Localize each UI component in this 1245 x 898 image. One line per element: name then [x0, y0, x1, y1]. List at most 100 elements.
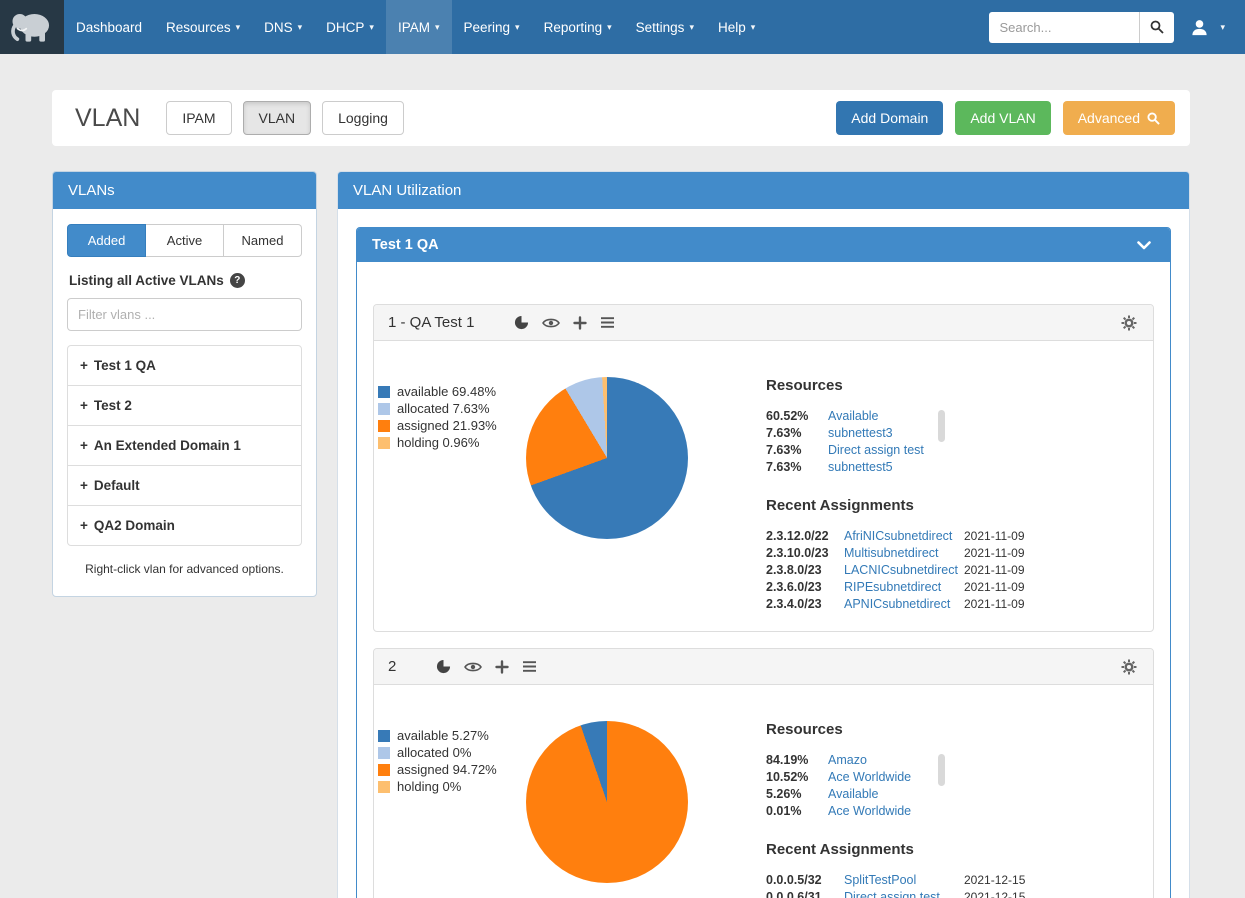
- filter-vlans-input[interactable]: [67, 298, 302, 331]
- page-content: VLAN IPAMVLANLogging Add DomainAdd VLANA…: [0, 90, 1245, 898]
- resource-link[interactable]: subnettest3: [828, 425, 976, 441]
- vlan-list-item[interactable]: +Default: [68, 466, 301, 506]
- eye-icon[interactable]: [542, 317, 560, 329]
- pie-chart-icon[interactable]: [436, 659, 451, 674]
- action-button-add-domain[interactable]: Add Domain: [836, 101, 943, 135]
- vlan-list-item[interactable]: + An Extended Domain 1: [68, 426, 301, 466]
- view-button-ipam[interactable]: IPAM: [166, 101, 231, 135]
- vlan-list-item[interactable]: +Test 2: [68, 386, 301, 426]
- scrollbar-thumb[interactable]: [938, 754, 945, 786]
- expand-icon[interactable]: +: [80, 518, 88, 533]
- listing-label-text: Listing all Active VLANs: [69, 273, 224, 288]
- collapse-chevron-icon[interactable]: [1137, 241, 1155, 250]
- gear-icon[interactable]: [1121, 315, 1137, 331]
- resource-link[interactable]: Available: [828, 786, 976, 802]
- list-icon[interactable]: [600, 316, 615, 329]
- legend-swatch: [378, 420, 390, 432]
- search-button[interactable]: [1139, 12, 1174, 43]
- assignment-date: 2021-11-09: [964, 528, 1129, 544]
- vlan-item-label: An Extended Domain 1: [94, 438, 241, 453]
- scrollbar-thumb[interactable]: [938, 410, 945, 442]
- legend-swatch: [378, 764, 390, 776]
- nav-item-ipam[interactable]: IPAM▾: [386, 0, 452, 54]
- tab-added[interactable]: Added: [67, 224, 146, 257]
- vlan-list-item[interactable]: +Test 1 QA: [68, 346, 301, 386]
- nav-menu: DashboardResources▾DNS▾DHCP▾IPAM▾Peering…: [64, 0, 767, 54]
- domain-panel-title: Test 1 QA: [372, 237, 439, 253]
- plus-icon[interactable]: [573, 316, 587, 330]
- assignment-cidr: 2.3.10.0/23: [766, 545, 844, 561]
- chevron-down-icon: ▾: [607, 22, 612, 33]
- assignment-link[interactable]: SplitTestPool: [844, 872, 964, 888]
- assignment-cidr: 2.3.4.0/23: [766, 596, 844, 612]
- gear-icon[interactable]: [1121, 659, 1137, 675]
- assignment-link[interactable]: Direct assign test: [844, 889, 964, 898]
- chevron-down-icon: ▾: [236, 22, 241, 33]
- nav-item-resources[interactable]: Resources▾: [154, 0, 252, 54]
- view-button-vlan[interactable]: VLAN: [243, 101, 312, 135]
- plus-icon[interactable]: [495, 660, 509, 674]
- assignment-link[interactable]: AfriNICsubnetdirect: [844, 528, 964, 544]
- list-icon[interactable]: [522, 660, 537, 673]
- user-menu[interactable]: ▾: [1174, 18, 1237, 37]
- expand-icon[interactable]: +: [80, 398, 88, 413]
- search-input[interactable]: [989, 12, 1139, 43]
- legend-label: allocated 7.63%: [397, 402, 490, 415]
- assignment-link[interactable]: LACNICsubnetdirect: [844, 562, 964, 578]
- tab-active[interactable]: Active: [146, 224, 224, 257]
- expand-icon[interactable]: +: [80, 358, 88, 373]
- search-icon: [1147, 112, 1160, 125]
- resource-link[interactable]: Ace Worldwide: [828, 769, 976, 785]
- resource-link[interactable]: subnettest5: [828, 459, 976, 475]
- nav-item-dashboard[interactable]: Dashboard: [64, 0, 154, 54]
- pie-chart-icon[interactable]: [514, 315, 529, 330]
- resource-row: 7.63%subnettest5: [766, 459, 976, 475]
- nav-item-dns[interactable]: DNS▾: [252, 0, 314, 54]
- nav-item-peering[interactable]: Peering▾: [452, 0, 532, 54]
- expand-icon[interactable]: +: [80, 478, 88, 493]
- vlan-utilization-panel: VLAN Utilization Test 1 QA 1 - QA Test 1: [337, 171, 1190, 898]
- help-icon[interactable]: ?: [230, 273, 245, 288]
- page-header-panel: VLAN IPAMVLANLogging Add DomainAdd VLANA…: [52, 90, 1190, 146]
- vlan-item-label: QA2 Domain: [94, 518, 175, 533]
- domain-panel-header[interactable]: Test 1 QA: [357, 228, 1170, 262]
- resource-link[interactable]: Ace Worldwide: [828, 803, 976, 819]
- cards-container: 1 - QA Test 1 available 69.48%allocated …: [357, 262, 1170, 898]
- legend-entry: available 69.48%: [378, 385, 526, 398]
- legend-swatch: [378, 386, 390, 398]
- sidebar-footnote: Right-click vlan for advanced options.: [67, 562, 302, 576]
- resource-link[interactable]: Available: [828, 408, 976, 424]
- card-title: 2: [388, 658, 396, 675]
- vlan-utilization-body: Test 1 QA 1 - QA Test 1: [338, 209, 1189, 898]
- provision-logo[interactable]: [0, 0, 64, 54]
- expand-icon[interactable]: +: [80, 438, 88, 453]
- legend-entry: assigned 94.72%: [378, 763, 526, 776]
- nav-item-help[interactable]: Help▾: [706, 0, 767, 54]
- card-body: available 69.48%allocated 7.63%assigned …: [374, 341, 1153, 631]
- legend-entry: allocated 7.63%: [378, 402, 526, 415]
- assignment-date: 2021-11-09: [964, 596, 1129, 612]
- assignments-list: 0.0.0.5/32SplitTestPool2021-12-150.0.0.6…: [766, 872, 1129, 898]
- resource-link[interactable]: Amazo: [828, 752, 976, 768]
- eye-icon[interactable]: [464, 661, 482, 673]
- resource-link[interactable]: Direct assign test: [828, 442, 976, 458]
- nav-item-settings[interactable]: Settings▾: [624, 0, 706, 54]
- assignment-link[interactable]: APNICsubnetdirect: [844, 596, 964, 612]
- action-button-advanced[interactable]: Advanced: [1063, 101, 1175, 135]
- legend-label: holding 0%: [397, 780, 461, 793]
- resource-pct: 7.63%: [766, 442, 828, 458]
- nav-item-dhcp[interactable]: DHCP▾: [314, 0, 386, 54]
- view-button-logging[interactable]: Logging: [322, 101, 404, 135]
- assignments-heading: Recent Assignments: [766, 497, 1129, 514]
- nav-item-reporting[interactable]: Reporting▾: [532, 0, 624, 54]
- legend-label: available 69.48%: [397, 385, 496, 398]
- assignment-link[interactable]: Multisubnetdirect: [844, 545, 964, 561]
- assignments-list: 2.3.12.0/22AfriNICsubnetdirect2021-11-09…: [766, 528, 1129, 612]
- tab-named[interactable]: Named: [224, 224, 302, 257]
- action-button-add-vlan[interactable]: Add VLAN: [955, 101, 1050, 135]
- vlan-list-item[interactable]: + QA2 Domain: [68, 506, 301, 545]
- assignment-link[interactable]: RIPEsubnetdirect: [844, 579, 964, 595]
- assignment-cidr: 0.0.0.5/32: [766, 872, 844, 888]
- legend-label: allocated 0%: [397, 746, 471, 759]
- utilization-card: 1 - QA Test 1 available 69.48%allocated …: [373, 304, 1154, 632]
